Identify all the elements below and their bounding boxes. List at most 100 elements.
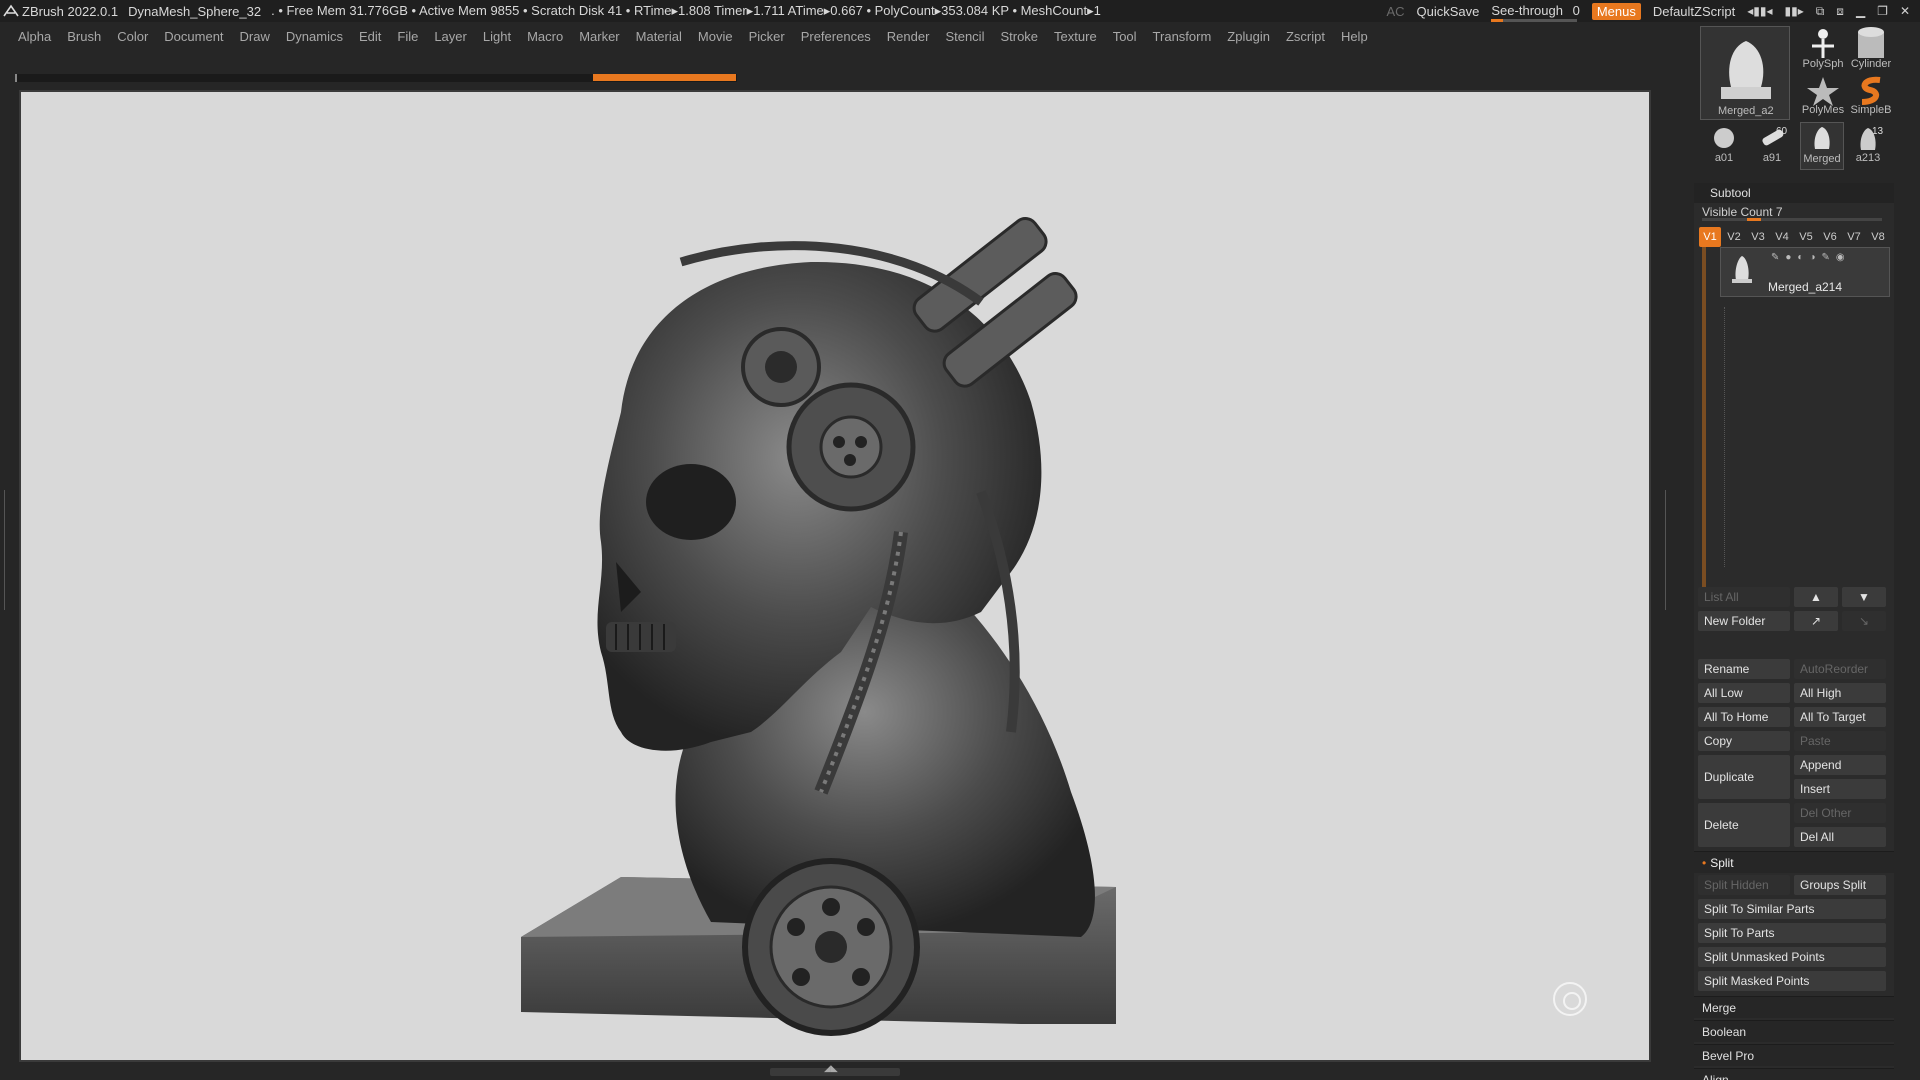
zbrush-window: ZBrush 2022.0.1 DynaMesh_Sphere_32 . • F… <box>0 0 1920 1080</box>
tab-v4[interactable]: V4 <box>1771 227 1793 247</box>
split-to-parts-button[interactable]: Split To Parts <box>1698 923 1886 943</box>
menu-macro[interactable]: Macro <box>527 29 563 44</box>
menu-zscript[interactable]: Zscript <box>1286 29 1325 44</box>
tab-v8[interactable]: V8 <box>1867 227 1889 247</box>
current-tool-thumbnail[interactable]: Merged_a214 <box>1700 26 1790 120</box>
menus-toggle-button[interactable]: Menus <box>1591 2 1641 20</box>
menu-color[interactable]: Color <box>117 29 148 44</box>
duplicate-button[interactable]: Duplicate <box>1698 755 1790 799</box>
right-tray-handle[interactable] <box>1660 490 1666 610</box>
menu-stencil[interactable]: Stencil <box>945 29 984 44</box>
split-similar-parts-button[interactable]: Split To Similar Parts <box>1698 899 1886 919</box>
menu-marker[interactable]: Marker <box>579 29 619 44</box>
menu-stroke[interactable]: Stroke <box>1000 29 1038 44</box>
align-section-header[interactable]: Align <box>1694 1068 1894 1080</box>
move-down-icon[interactable]: ▼ <box>1842 587 1886 607</box>
split-unmasked-button[interactable]: Split Unmasked Points <box>1698 947 1886 967</box>
tool-a91[interactable]: a91 <box>1752 124 1792 170</box>
tab-v3[interactable]: V3 <box>1747 227 1769 247</box>
tool-a213-label: a213 <box>1855 152 1881 164</box>
quicksave-button[interactable]: QuickSave <box>1417 4 1480 19</box>
left-tray-handle[interactable] <box>4 490 10 610</box>
arrow-up-right-icon[interactable]: ↗ <box>1794 611 1838 631</box>
tab-v6[interactable]: V6 <box>1819 227 1841 247</box>
menu-texture[interactable]: Texture <box>1054 29 1097 44</box>
auto-reorder-button[interactable]: AutoReorder <box>1794 659 1886 679</box>
shelf-tab-strip[interactable] <box>15 74 737 82</box>
del-other-button[interactable]: Del Other <box>1794 803 1886 823</box>
split-hidden-button[interactable]: Split Hidden <box>1698 875 1790 895</box>
menu-zplugin[interactable]: Zplugin <box>1227 29 1270 44</box>
menu-help[interactable]: Help <box>1341 29 1368 44</box>
document-canvas[interactable] <box>19 90 1651 1062</box>
menu-brush[interactable]: Brush <box>67 29 101 44</box>
menu-light[interactable]: Light <box>483 29 511 44</box>
menu-dynamics[interactable]: Dynamics <box>286 29 343 44</box>
ui-layout-icon[interactable]: ▮▮▸ <box>1784 4 1803 18</box>
all-to-target-button[interactable]: All To Target <box>1794 707 1886 727</box>
split-section-header[interactable]: Split <box>1694 851 1894 873</box>
all-low-button[interactable]: All Low <box>1698 683 1790 703</box>
menu-tool[interactable]: Tool <box>1113 29 1137 44</box>
move-up-icon[interactable]: ▲ <box>1794 587 1838 607</box>
groups-split-button[interactable]: Groups Split <box>1794 875 1886 895</box>
boolean-section-header[interactable]: Boolean <box>1694 1020 1894 1042</box>
tool-a213[interactable]: a213 <box>1848 124 1888 170</box>
document-name: DynaMesh_Sphere_32 <box>128 3 262 19</box>
visible-count-slider[interactable]: Visible Count 7 <box>1694 203 1894 221</box>
menu-document[interactable]: Document <box>164 29 223 44</box>
copy-ui-icon[interactable]: ⧉ <box>1816 4 1825 19</box>
new-folder-button[interactable]: New Folder <box>1698 611 1790 631</box>
subtool-list-item[interactable]: ✎●◐◑✎◉ Merged_a214 <box>1720 247 1890 297</box>
subtool-toggle-icons[interactable]: ✎●◐◑✎◉ <box>1771 252 1851 263</box>
tool-merged[interactable]: Merged <box>1800 122 1844 170</box>
tab-v2[interactable]: V2 <box>1723 227 1745 247</box>
menu-render[interactable]: Render <box>887 29 930 44</box>
all-high-button[interactable]: All High <box>1794 683 1886 703</box>
rename-button[interactable]: Rename <box>1698 659 1790 679</box>
menu-file[interactable]: File <box>397 29 418 44</box>
minimize-icon[interactable]: ▁ <box>1856 4 1865 18</box>
list-all-button[interactable]: List All <box>1698 587 1790 607</box>
paste-ui-icon[interactable]: ⧈ <box>1836 4 1844 19</box>
shelf-tab-active[interactable] <box>593 74 736 81</box>
all-to-home-button[interactable]: All To Home <box>1698 707 1790 727</box>
see-through-slider[interactable]: See-through 0 <box>1491 3 1580 22</box>
merge-section-header[interactable]: Merge <box>1694 996 1894 1018</box>
polysphere-tool[interactable]: PolySph <box>1800 26 1846 72</box>
restore-icon[interactable]: ❐ <box>1877 4 1888 18</box>
subtool-header[interactable]: Subtool <box>1694 183 1894 203</box>
simple-brush-tool[interactable]: SimpleB <box>1848 74 1894 120</box>
menu-preferences[interactable]: Preferences <box>801 29 871 44</box>
menu-picker[interactable]: Picker <box>749 29 785 44</box>
arrow-down-right-icon[interactable]: ↘ <box>1842 611 1886 631</box>
tab-v5[interactable]: V5 <box>1795 227 1817 247</box>
cylinder-tool[interactable]: Cylinder <box>1848 26 1894 72</box>
menu-layer[interactable]: Layer <box>434 29 467 44</box>
subtool-list-scrollbar[interactable] <box>1702 247 1706 587</box>
copy-button[interactable]: Copy <box>1698 731 1790 751</box>
menu-edit[interactable]: Edit <box>359 29 381 44</box>
del-all-button[interactable]: Del All <box>1794 827 1886 847</box>
bottom-tray-handle[interactable] <box>770 1063 900 1076</box>
default-zscript-button[interactable]: DefaultZScript <box>1653 4 1735 19</box>
bevel-pro-section-header[interactable]: Bevel Pro <box>1694 1044 1894 1066</box>
paste-button[interactable]: Paste <box>1794 731 1886 751</box>
menu-movie[interactable]: Movie <box>698 29 733 44</box>
menu-transform[interactable]: Transform <box>1153 29 1212 44</box>
tool-a01[interactable]: a01 <box>1704 124 1744 170</box>
ac-button[interactable]: AC <box>1386 4 1404 19</box>
delete-button[interactable]: Delete <box>1698 803 1790 847</box>
menu-material[interactable]: Material <box>636 29 682 44</box>
polymesh-tool[interactable]: PolyMes <box>1800 74 1846 120</box>
insert-button[interactable]: Insert <box>1794 779 1886 799</box>
navigation-gizmo-icon[interactable] <box>1553 982 1587 1016</box>
split-masked-button[interactable]: Split Masked Points <box>1698 971 1886 991</box>
close-icon[interactable]: ✕ <box>1900 4 1910 18</box>
tab-v1[interactable]: V1 <box>1699 227 1721 247</box>
menu-alpha[interactable]: Alpha <box>18 29 51 44</box>
tab-v7[interactable]: V7 <box>1843 227 1865 247</box>
ui-toggle-icon[interactable]: ◂▮▮◂ <box>1747 4 1772 18</box>
append-button[interactable]: Append <box>1794 755 1886 775</box>
menu-draw[interactable]: Draw <box>240 29 270 44</box>
